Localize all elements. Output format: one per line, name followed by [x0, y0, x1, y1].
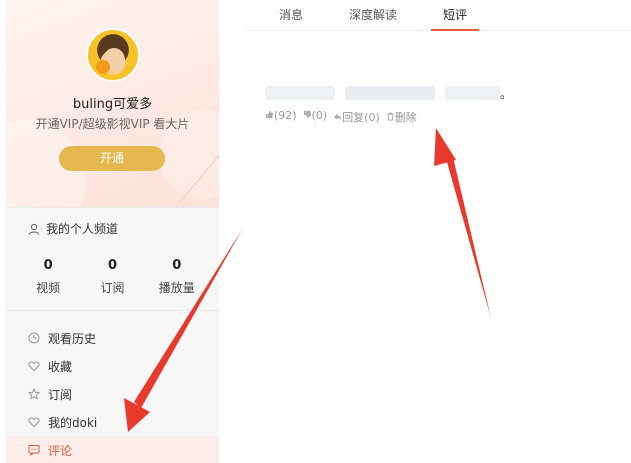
reply-button[interactable]: 回复(0)	[333, 109, 380, 125]
comment-text-blurred	[265, 83, 515, 103]
trash-icon	[387, 112, 394, 121]
profile-card: buling可爱多 开通VIP/超级影视VIP 看大片 开通	[6, 0, 219, 207]
reply-icon	[334, 113, 342, 121]
stat-number: 0	[43, 258, 53, 273]
personal-channel-link[interactable]: 我的个人频道	[28, 220, 118, 237]
open-vip-button[interactable]: 开通	[59, 146, 165, 171]
dislike-button[interactable]: (0)	[303, 109, 328, 125]
sidebar-item-history[interactable]: 观看历史	[6, 324, 219, 352]
tab-short-reviews[interactable]: 短评	[430, 6, 480, 31]
like-count: (92)	[274, 109, 297, 122]
username: buling可爱多	[72, 97, 153, 112]
stat-label: 播放量	[158, 281, 195, 295]
sidebar-item-comments[interactable]: 评论	[6, 436, 219, 463]
comment-text-end: 。	[500, 87, 513, 101]
star-icon	[28, 388, 40, 400]
sidebar-item-label: 收藏	[48, 359, 73, 374]
sidebar-menu: 观看历史 收藏 订阅 我的doki 评论	[6, 324, 219, 463]
stats-row: 0 视频 0 订阅 0 播放量	[6, 258, 219, 296]
tab-deep-analysis[interactable]: 深度解读	[349, 6, 397, 31]
delete-button[interactable]: 删除	[386, 109, 417, 125]
like-button[interactable]: (92)	[265, 109, 297, 125]
sidebar: buling可爱多 开通VIP/超级影视VIP 看大片 开通 我的个人频道 0 …	[6, 0, 219, 463]
comment-actions: (92) (0) 回复(0) 删除	[265, 109, 417, 125]
redaction-block	[345, 86, 435, 100]
heart-icon	[28, 417, 40, 428]
stat-subscriptions[interactable]: 0 订阅	[82, 258, 142, 296]
stat-videos[interactable]: 0 视频	[18, 258, 78, 296]
personal-channel-label: 我的个人频道	[46, 222, 119, 236]
stat-plays[interactable]: 0 播放量	[147, 258, 207, 296]
thumbs-down-icon	[303, 110, 311, 119]
user-icon	[28, 223, 40, 235]
redaction-block	[265, 86, 335, 100]
comment-icon	[28, 445, 40, 456]
sidebar-item-favorites[interactable]: 收藏	[6, 352, 219, 380]
sidebar-item-label: 订阅	[48, 387, 73, 402]
dislike-count: (0)	[311, 109, 328, 122]
vip-promo-text: 开通VIP/超级影视VIP 看大片	[35, 117, 190, 131]
thumbs-up-icon	[265, 110, 274, 119]
avatar[interactable]	[86, 28, 140, 82]
divider	[6, 310, 219, 311]
sidebar-item-subscriptions[interactable]: 订阅	[6, 380, 219, 408]
delete-label: 删除	[394, 111, 417, 124]
clock-icon	[28, 332, 40, 344]
tab-bar: 消息 深度解读 短评	[245, 0, 631, 31]
stat-number: 0	[172, 258, 182, 273]
favorite-icon	[28, 361, 40, 372]
sidebar-item-label: 评论	[48, 443, 73, 458]
arrow-to-actions	[434, 128, 491, 318]
stat-label: 视频	[36, 281, 61, 295]
stat-label: 订阅	[100, 281, 125, 295]
reply-label: 回复(0)	[342, 111, 380, 124]
sidebar-item-label: 观看历史	[48, 331, 97, 346]
divider	[6, 207, 219, 208]
stat-number: 0	[107, 258, 117, 273]
redaction-block	[445, 86, 500, 100]
avatar-fruit	[96, 60, 110, 74]
sidebar-item-label: 我的doki	[48, 415, 98, 430]
sidebar-item-doki[interactable]: 我的doki	[6, 408, 219, 436]
tab-messages[interactable]: 消息	[279, 6, 303, 31]
